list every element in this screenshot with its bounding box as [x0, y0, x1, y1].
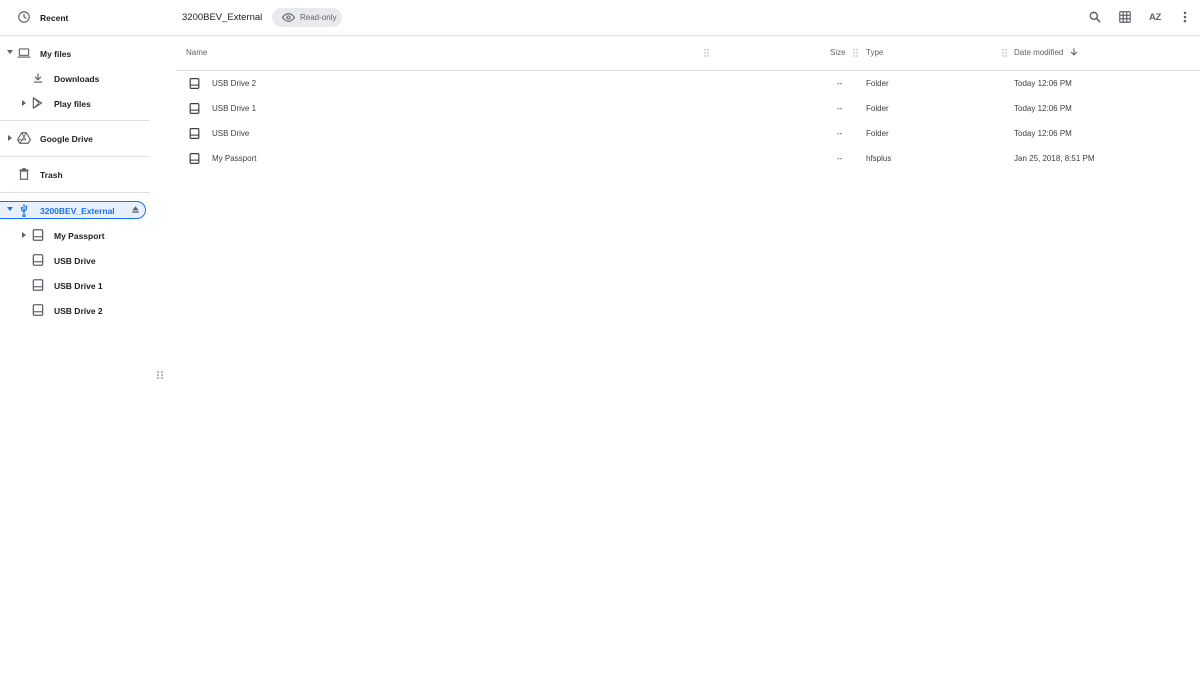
drive-icon [32, 304, 44, 316]
expand-arrow-icon[interactable] [22, 100, 26, 106]
file-type: Folder [866, 104, 889, 113]
column-type[interactable]: Type [866, 48, 883, 57]
drive-icon [189, 153, 200, 164]
sidebar-item-label: USB Drive 2 [54, 305, 103, 316]
sidebar-item-label: USB Drive [54, 255, 96, 266]
sidebar-item-label: 3200BEV_External [40, 205, 115, 216]
sort-button[interactable]: AZ [1147, 9, 1163, 25]
column-resize-handle[interactable] [704, 49, 709, 57]
file-type: hfsplus [866, 154, 892, 163]
drive-icon [32, 279, 44, 291]
file-name: My Passport [212, 154, 257, 163]
readonly-label: Read-only [300, 13, 337, 22]
file-type: Folder [866, 129, 889, 138]
sidebar-item-downloads[interactable]: Downloads [0, 66, 150, 91]
sidebar-item-label: My Passport [54, 230, 105, 241]
sidebar-item-google-drive[interactable]: Google Drive [0, 126, 150, 151]
file-date: Today 12:06 PM [1014, 104, 1072, 113]
sidebar-item-usb-drive-1[interactable]: USB Drive 1 [0, 273, 150, 298]
column-resize-handle[interactable] [853, 49, 858, 57]
search-icon [1089, 11, 1101, 23]
breadcrumb[interactable]: 3200BEV_External [182, 12, 262, 23]
sidebar-item-label: Google Drive [40, 133, 93, 144]
sort-az-icon: AZ [1148, 11, 1162, 23]
drive-icon [189, 128, 200, 139]
readonly-chip: Read-only [272, 8, 342, 27]
sidebar-resize-handle[interactable] [156, 370, 164, 380]
sidebar-item-my-files[interactable]: My files [0, 41, 150, 66]
sidebar-divider [0, 120, 150, 121]
sidebar-item-label: Downloads [54, 73, 100, 84]
table-row[interactable]: USB Drive 2 -- Folder Today 12:06 PM [176, 71, 1200, 96]
sidebar-divider [0, 156, 150, 157]
eject-icon[interactable] [130, 204, 141, 215]
sidebar-item-label: USB Drive 1 [54, 280, 103, 291]
toolbar: 3200BEV_External Read-only AZ [150, 0, 1200, 36]
column-resize-handle[interactable] [1002, 49, 1007, 57]
usb-icon [20, 204, 28, 217]
sidebar-item-usb-drive[interactable]: USB Drive [0, 248, 150, 273]
file-name: USB Drive [212, 129, 250, 138]
download-icon [33, 73, 43, 83]
file-date: Today 12:06 PM [1014, 79, 1072, 88]
sidebar-item-my-passport[interactable]: My Passport [0, 223, 150, 248]
sidebar-item-3200bev-external[interactable]: 3200BEV_External [0, 198, 146, 223]
sidebar-item-recent[interactable]: Recent [0, 5, 150, 30]
column-name[interactable]: Name [186, 48, 207, 57]
file-size: -- [837, 129, 843, 138]
file-name: USB Drive 1 [212, 104, 257, 113]
table-row[interactable]: USB Drive -- Folder Today 12:06 PM [176, 121, 1200, 146]
arrow-down-icon[interactable] [1069, 47, 1079, 57]
sidebar-item-trash[interactable]: Trash [0, 162, 150, 187]
file-name: USB Drive 2 [212, 79, 257, 88]
drive-icon [189, 103, 200, 114]
google-drive-icon [17, 132, 31, 144]
drive-icon [189, 78, 200, 89]
table-row[interactable]: My Passport -- hfsplus Jan 25, 2018, 8:5… [176, 146, 1200, 171]
play-store-icon [32, 97, 43, 109]
sidebar-divider [0, 192, 150, 193]
file-size: -- [837, 104, 843, 113]
file-date: Today 12:06 PM [1014, 129, 1072, 138]
column-size[interactable]: Size [830, 48, 846, 57]
file-size: -- [837, 79, 843, 88]
expand-arrow-icon[interactable] [7, 50, 13, 54]
column-date-modified[interactable]: Date modified [1014, 48, 1063, 57]
sidebar: Recent My files Downloads Play files Goo… [0, 0, 150, 675]
file-date: Jan 25, 2018, 8:51 PM [1014, 154, 1095, 163]
sidebar-item-play-files[interactable]: Play files [0, 91, 150, 116]
expand-arrow-icon[interactable] [22, 232, 26, 238]
sidebar-item-label: Recent [40, 12, 69, 23]
sidebar-item-label: Play files [54, 98, 91, 109]
clock-icon [18, 11, 30, 23]
sidebar-item-label: My files [40, 48, 72, 59]
sidebar-item-usb-drive-2[interactable]: USB Drive 2 [0, 298, 150, 323]
more-menu-button[interactable] [1177, 9, 1193, 25]
file-type: Folder [866, 79, 889, 88]
sidebar-item-label: Trash [40, 169, 63, 180]
grid-view-button[interactable] [1117, 9, 1133, 25]
file-size: -- [837, 154, 843, 163]
eye-icon [282, 13, 295, 22]
expand-arrow-icon[interactable] [8, 135, 12, 141]
trash-icon [19, 168, 29, 180]
more-vert-icon [1183, 11, 1187, 23]
laptop-icon [17, 48, 31, 58]
grid-icon [1119, 11, 1131, 23]
column-header-row: Name Size Type Date modified [176, 36, 1200, 71]
table-row[interactable]: USB Drive 1 -- Folder Today 12:06 PM [176, 96, 1200, 121]
drive-icon [32, 254, 44, 266]
search-button[interactable] [1087, 9, 1103, 25]
drive-icon [32, 229, 44, 241]
sidebar-divider [0, 35, 150, 36]
expand-arrow-icon[interactable] [7, 207, 13, 211]
